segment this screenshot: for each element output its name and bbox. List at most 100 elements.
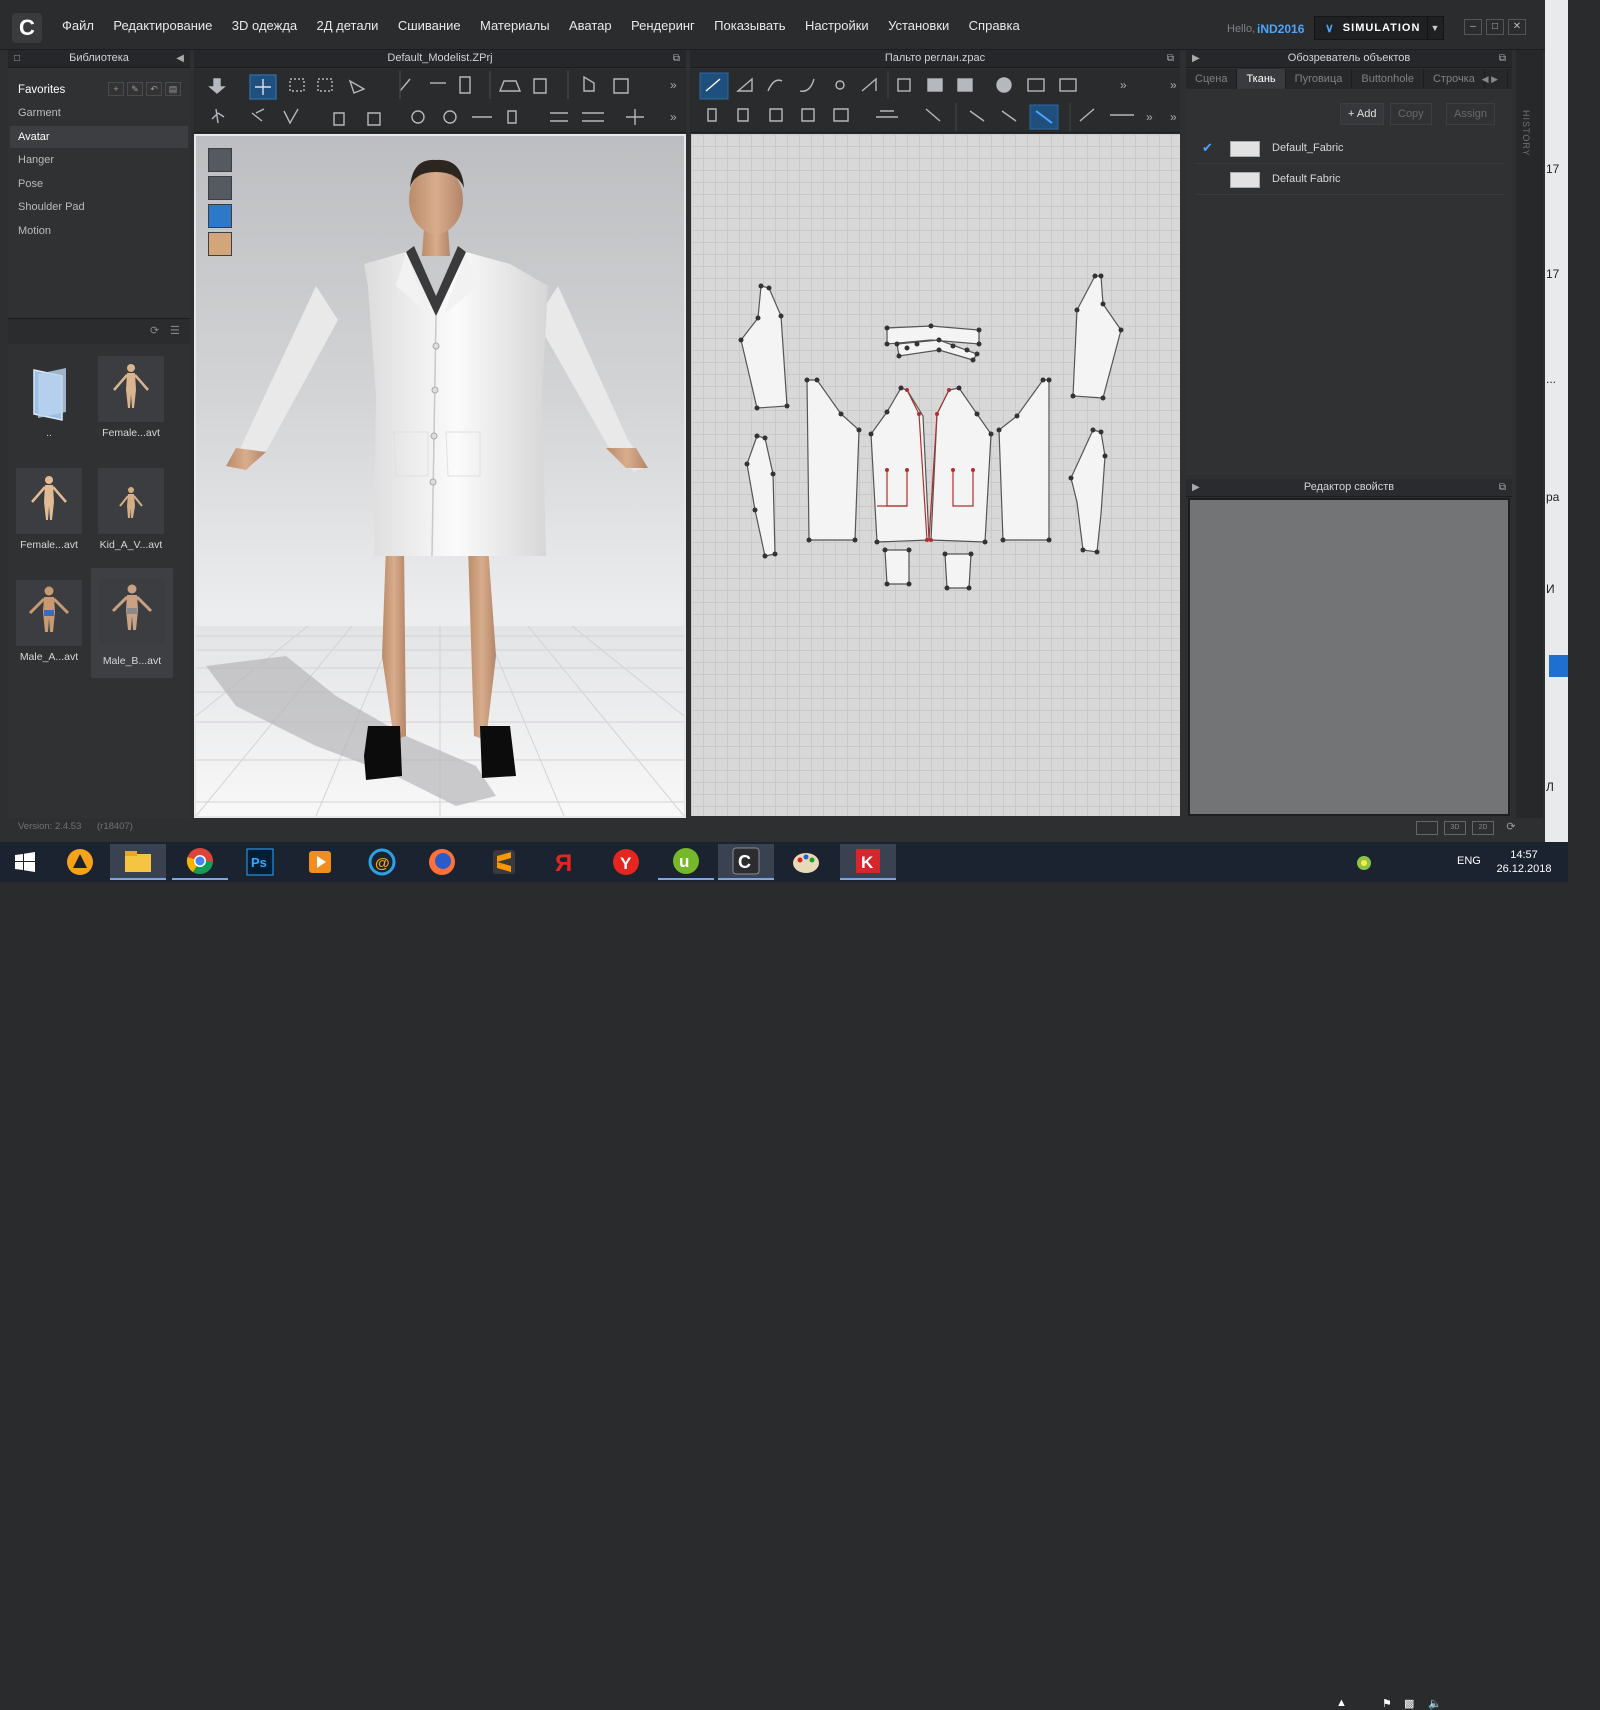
show-hidden-icons[interactable]: ▲	[1336, 1697, 1347, 1709]
clo3d-icon: C	[732, 847, 760, 875]
show-garment-toggle[interactable]	[208, 148, 232, 172]
thumb-label: Male_B...avt	[102, 655, 162, 667]
clock[interactable]: 14:57 26.12.2018	[1492, 848, 1556, 876]
volume-icon[interactable]: 🔈	[1428, 1697, 1442, 1710]
menu-3d-garment[interactable]: 3D одежда	[232, 18, 297, 33]
library-thumb-parent-folder[interactable]: ..	[12, 356, 86, 439]
menu-edit[interactable]: Редактирование	[113, 18, 212, 33]
object-browser-title: Обозреватель объектов	[1287, 52, 1411, 64]
taskbar-yandex[interactable]: Y	[598, 844, 654, 880]
2d-pattern-window[interactable]	[691, 134, 1180, 816]
collapse-arrow-icon[interactable]: ◀	[176, 50, 184, 67]
add-icon[interactable]: +	[108, 82, 124, 96]
assign-fabric-button[interactable]: Assign	[1446, 103, 1496, 125]
pattern-piece-back-right	[998, 379, 1050, 541]
thumb-label: ..	[46, 427, 52, 439]
list-view-icon[interactable]: ☰	[170, 324, 180, 337]
show-avatar-toggle[interactable]	[208, 176, 232, 200]
menu-render[interactable]: Рендеринг	[631, 18, 695, 33]
menu-preferences[interactable]: Установки	[888, 18, 949, 33]
history-sidebar[interactable]: HISTORY	[1516, 50, 1543, 818]
back-icon[interactable]: ↶	[146, 82, 162, 96]
tab-button[interactable]: Пуговица	[1286, 69, 1353, 89]
refresh-icon[interactable]: ⟳	[150, 324, 159, 337]
maximize-button[interactable]: □	[1486, 19, 1504, 35]
2d-toolbar-icons[interactable]: » » » »	[690, 69, 1180, 133]
layout-split-icon[interactable]	[1416, 821, 1438, 835]
library-item-pose[interactable]: Pose	[10, 173, 188, 195]
taskbar-media-player[interactable]	[292, 844, 348, 880]
taskbar-clo3d[interactable]: C	[718, 844, 774, 880]
add-fabric-button[interactable]: + Add	[1340, 103, 1385, 125]
3d-toolbar-icons[interactable]: » »	[194, 69, 686, 133]
collapse-arrow-icon[interactable]: ▶	[1192, 479, 1200, 496]
tray-app-icon[interactable]	[1356, 855, 1372, 871]
taskbar-paint[interactable]	[778, 844, 834, 880]
taskbar-chrome[interactable]	[172, 844, 228, 880]
background-text: 17	[1546, 267, 1560, 281]
language-indicator[interactable]: ENG	[1457, 855, 1481, 867]
close-button[interactable]: ✕	[1508, 19, 1526, 35]
float-window-icon[interactable]: ⧉	[673, 50, 680, 67]
taskbar-explorer[interactable]	[110, 844, 166, 880]
taskbar-mail[interactable]: @	[354, 844, 410, 880]
menu-materials[interactable]: Материалы	[480, 18, 550, 33]
menu-settings[interactable]: Настройки	[805, 18, 869, 33]
background-text: 17	[1546, 162, 1560, 176]
start-button[interactable]	[0, 844, 50, 880]
library-item-avatar[interactable]: Avatar	[10, 126, 188, 148]
edit-icon[interactable]: ✎	[127, 82, 143, 96]
float-window-icon[interactable]: ⧉	[1167, 50, 1174, 67]
app-logo[interactable]: C	[12, 13, 42, 43]
network-icon[interactable]: ▩	[1404, 1697, 1414, 1710]
2d-window-title-bar: Пальто реглан.zpac ⧉	[690, 50, 1180, 68]
menu-2d-pattern[interactable]: 2Д детали	[317, 18, 379, 33]
delete-icon[interactable]: ▤	[165, 82, 181, 96]
tab-scroll-arrows[interactable]: ◀ ▶	[1473, 69, 1508, 89]
menu-file[interactable]: Файл	[62, 18, 94, 33]
taskbar-photoshop[interactable]: Ps	[232, 844, 288, 880]
fabric-list-item[interactable]: Default Fabric	[1196, 165, 1504, 195]
taskbar-kaspersky[interactable]: K	[840, 844, 896, 880]
avatar-skin-toggle[interactable]	[208, 232, 232, 256]
copy-fabric-button[interactable]: Copy	[1390, 103, 1432, 125]
minimize-button[interactable]: –	[1464, 19, 1482, 35]
library-thumb-male-b[interactable]: Male_B...avt	[91, 568, 173, 678]
clock-date: 26.12.2018	[1496, 863, 1552, 875]
dropdown-arrow-icon[interactable]: ▼	[1427, 17, 1443, 39]
taskbar-sublime[interactable]	[476, 844, 532, 880]
layout-3d-icon[interactable]: 3D	[1444, 821, 1466, 835]
library-item-garment[interactable]: Garment	[10, 102, 188, 124]
float-window-icon[interactable]: ⧉	[1499, 50, 1506, 67]
library-thumb-female-1[interactable]: Female...avt	[94, 356, 168, 439]
tab-fabric[interactable]: Ткань	[1237, 69, 1286, 89]
simulation-mode-button[interactable]: ∨ SIMULATION ▼	[1314, 16, 1444, 40]
collapse-arrow-icon[interactable]: ▶	[1192, 50, 1200, 67]
tab-buttonhole[interactable]: Buttonhole	[1352, 69, 1424, 89]
user-name[interactable]: iND2016	[1257, 22, 1304, 36]
library-item-shoulder-pad[interactable]: Shoulder Pad	[10, 196, 188, 218]
taskbar-avast[interactable]	[52, 844, 108, 880]
checkmark-icon: ✔	[1202, 140, 1213, 155]
menu-avatar[interactable]: Аватар	[569, 18, 612, 33]
tab-scene[interactable]: Сцена	[1186, 69, 1238, 89]
library-thumb-female-2[interactable]: Female...avt	[12, 468, 86, 551]
taskbar-firefox[interactable]	[414, 844, 470, 880]
menu-display[interactable]: Показывать	[714, 18, 785, 33]
texture-view-toggle[interactable]	[208, 204, 232, 228]
refresh-icon[interactable]: ⟳	[1500, 821, 1522, 835]
taskbar-utorrent[interactable]: u	[658, 844, 714, 880]
library-thumb-male-a[interactable]: Male_A...avt	[12, 580, 86, 663]
library-thumb-kid[interactable]: Kid_A_V...avt	[94, 468, 168, 551]
menu-sewing[interactable]: Сшивание	[398, 18, 461, 33]
library-item-hanger[interactable]: Hanger	[10, 149, 188, 171]
float-window-icon[interactable]: ⧉	[1499, 479, 1506, 496]
taskbar-yandex-browser[interactable]: Я	[536, 844, 592, 880]
3d-viewport[interactable]	[194, 134, 686, 818]
fabric-list-item[interactable]: ✔ Default_Fabric	[1196, 134, 1504, 164]
library-item-motion[interactable]: Motion	[10, 220, 188, 242]
panel-float-icon[interactable]: □	[14, 50, 20, 67]
layout-2d-icon[interactable]: 2D	[1472, 821, 1494, 835]
menu-help[interactable]: Справка	[969, 18, 1020, 33]
flag-icon[interactable]: ⚑	[1382, 1697, 1392, 1710]
